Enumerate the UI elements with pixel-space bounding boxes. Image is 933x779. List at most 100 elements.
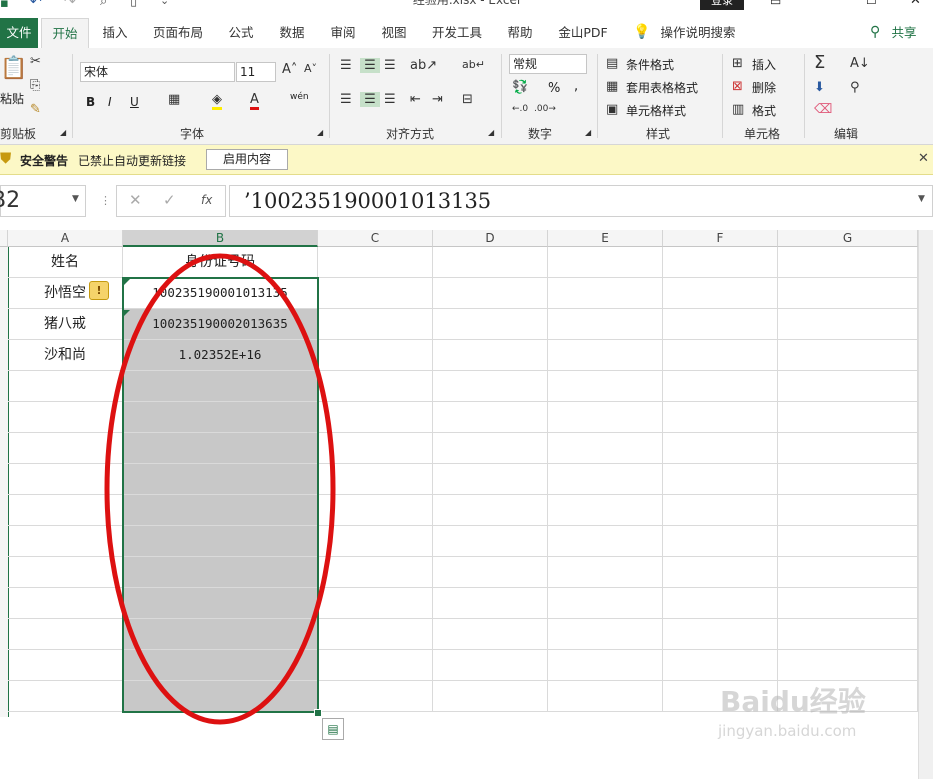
cell-styles-button[interactable]: 单元格样式 — [626, 102, 686, 119]
shield-icon: ⛊ — [0, 149, 12, 167]
copy-icon[interactable]: ⎘ — [30, 78, 40, 93]
alignment-group-label: 对齐方式 — [385, 127, 434, 141]
formula-input[interactable]: ’100235190001013135 — [229, 185, 933, 217]
increase-indent-icon[interactable]: ⇥ — [432, 92, 443, 107]
accounting-format-icon[interactable]: 💱 — [512, 80, 528, 95]
login-button[interactable]: 登录 — [700, 0, 744, 10]
decrease-decimal-icon[interactable]: .00→ — [534, 104, 556, 114]
phonetic-button[interactable]: wén — [290, 92, 309, 102]
format-cells-button[interactable]: 格式 — [752, 102, 776, 119]
tab-kingsoft-pdf[interactable]: 金山PDF — [553, 18, 613, 48]
autosum-icon[interactable]: Σ — [814, 52, 825, 73]
align-left-icon[interactable]: ☰ — [340, 92, 352, 107]
close-warning-icon[interactable]: ✕ — [918, 151, 929, 166]
customize-qat-icon[interactable]: ⌄ — [160, 0, 169, 7]
number-format-select[interactable]: 常规 — [509, 54, 587, 74]
find-select-icon[interactable]: ⚲ — [850, 80, 860, 95]
ribbon-separator — [501, 54, 502, 138]
tab-page-layout[interactable]: 页面布局 — [148, 18, 208, 48]
insert-cells-button[interactable]: 插入 — [752, 56, 776, 73]
align-center-icon[interactable]: ☰ — [360, 92, 380, 107]
format-as-table-button[interactable]: 套用表格格式 — [626, 79, 698, 96]
close-window-icon[interactable]: ✕ — [910, 0, 921, 8]
cancel-icon[interactable]: ✕ — [129, 191, 142, 209]
font-size-select[interactable]: 11 — [236, 62, 276, 82]
name-box-value: B2 — [0, 188, 21, 213]
formula-bar: B2 ▼ ⋮ ✕ ✓ fx ’100235190001013135 ▼ — [0, 180, 933, 226]
comma-button[interactable]: , — [574, 79, 578, 94]
person-icon: ⚲ — [870, 24, 881, 40]
font-launcher-icon[interactable]: ◢ — [317, 128, 323, 137]
new-doc-icon[interactable]: ▯ — [130, 0, 137, 9]
decrease-font-icon[interactable]: A˅ — [304, 62, 317, 75]
conditional-format-button[interactable]: 条件格式 — [626, 56, 674, 73]
italic-button[interactable]: I — [108, 95, 112, 109]
increase-font-icon[interactable]: A˄ — [282, 62, 297, 77]
fill-icon[interactable]: ⬇ — [814, 80, 825, 95]
tell-me-search[interactable]: 操作说明搜索 — [656, 18, 740, 48]
editing-group-label: 编辑 — [833, 127, 858, 141]
warning-title: 安全警告 — [20, 154, 69, 168]
maximize-icon[interactable]: ☐ — [866, 0, 877, 7]
format-painter-icon[interactable]: ✎ — [30, 102, 41, 117]
tab-help[interactable]: 帮助 — [501, 18, 539, 48]
bold-button[interactable]: B — [86, 95, 95, 109]
tab-home[interactable]: 开始 — [41, 18, 89, 49]
sort-filter-icon[interactable]: A↓ — [850, 56, 870, 71]
delete-cells-icon: ⊠ — [732, 79, 743, 94]
increase-decimal-icon[interactable]: ←.0 — [512, 104, 528, 114]
tab-formulas[interactable]: 公式 — [222, 18, 260, 48]
watermark-url: jingyan.baidu.com — [718, 722, 857, 740]
wrap-text-icon[interactable]: ab↵ — [462, 58, 485, 71]
alignment-launcher-icon[interactable]: ◢ — [488, 128, 494, 137]
align-bottom-icon[interactable]: ☰ — [384, 58, 396, 73]
align-middle-icon[interactable]: ☰ — [360, 58, 380, 73]
orientation-icon[interactable]: ab↗ — [410, 58, 437, 73]
insert-function-icon[interactable]: fx — [201, 193, 212, 207]
align-top-icon[interactable]: ☰ — [340, 58, 352, 73]
tab-view[interactable]: 视图 — [375, 18, 413, 48]
font-color-icon[interactable]: A — [250, 92, 259, 110]
save-icon[interactable]: ▪ — [0, 0, 9, 11]
underline-button[interactable]: U — [130, 95, 139, 109]
tab-data[interactable]: 数据 — [272, 18, 312, 48]
fill-color-icon[interactable]: ◈ — [212, 92, 222, 110]
tab-file[interactable]: 文件 — [0, 18, 38, 48]
clear-icon[interactable]: ⌫ — [814, 102, 832, 117]
delete-cells-button[interactable]: 删除 — [752, 79, 776, 96]
merge-center-icon[interactable]: ⊟ — [462, 92, 473, 107]
share-button[interactable]: 共享 — [884, 18, 924, 48]
expand-formula-icon[interactable]: ▼ — [918, 194, 925, 204]
borders-icon[interactable]: ▦ — [168, 92, 180, 107]
align-right-icon[interactable]: ☰ — [384, 92, 396, 107]
watermark-brand: Baidu经验 — [720, 685, 866, 718]
insert-cells-icon: ⊞ — [732, 56, 743, 71]
print-preview-icon[interactable]: ⌕ — [100, 0, 107, 9]
ribbon-display-icon[interactable]: ▭ — [770, 0, 781, 8]
enable-content-button[interactable]: 启用内容 — [206, 149, 288, 170]
ribbon-separator — [329, 54, 330, 138]
ribbon-separator — [72, 54, 73, 138]
redo-icon[interactable]: ↷ — [64, 0, 76, 10]
name-box-dropdown-icon[interactable]: ▼ — [72, 194, 79, 204]
font-group-label: 字体 — [179, 127, 204, 141]
paste-button[interactable]: 粘贴 — [0, 90, 24, 107]
enter-icon[interactable]: ✓ — [163, 191, 176, 209]
worksheet-grid[interactable]: A B C D E F G 姓名 身份证号码 孙悟空 1002351900010… — [0, 230, 933, 779]
format-as-table-icon: ▦ — [606, 79, 619, 94]
decrease-indent-icon[interactable]: ⇤ — [410, 92, 421, 107]
tab-insert[interactable]: 插入 — [96, 18, 134, 48]
percent-button[interactable]: % — [548, 81, 560, 96]
cut-icon[interactable]: ✂ — [30, 54, 41, 69]
clipboard-launcher-icon[interactable]: ◢ — [60, 128, 66, 137]
tab-developer[interactable]: 开发工具 — [428, 18, 486, 48]
more-icon: ⋮ — [100, 194, 111, 207]
minimize-icon[interactable]: — — [818, 0, 831, 7]
paste-icon[interactable]: 📋 — [0, 56, 27, 81]
number-launcher-icon[interactable]: ◢ — [585, 128, 591, 137]
watermark: Baidu经验 jingyan.baidu.com — [718, 680, 866, 740]
undo-icon[interactable]: ↶ — [30, 0, 42, 10]
tab-review[interactable]: 审阅 — [324, 18, 362, 48]
font-name-select[interactable]: 宋体 — [80, 62, 235, 82]
clipboard-group-label: 剪贴板 — [0, 127, 37, 141]
